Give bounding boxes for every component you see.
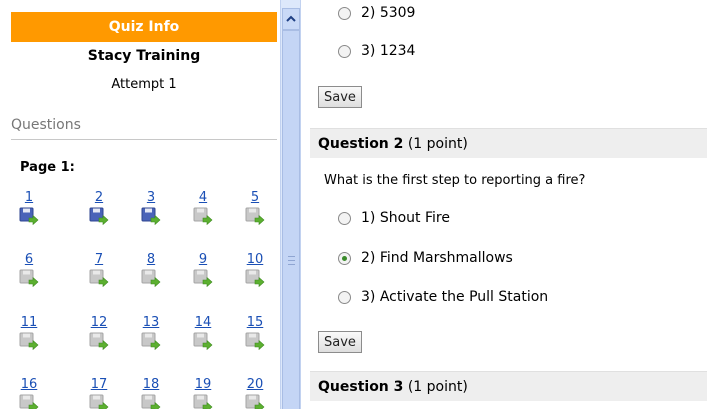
q2-option-3[interactable]: 3) Activate the Pull Station [338, 287, 548, 307]
q1-option-3[interactable]: 3) 1234 [338, 41, 415, 61]
question-number-link[interactable]: 14 [185, 315, 221, 330]
question-link-19[interactable]: 19 [185, 377, 221, 409]
question-points: (1 point) [407, 136, 468, 152]
question-link-2[interactable]: 2 [81, 190, 117, 226]
unsaved-page-icon [193, 269, 213, 288]
question-number-link[interactable]: 16 [11, 377, 47, 392]
grip-icon [288, 256, 295, 265]
question-link-14[interactable]: 14 [185, 315, 221, 351]
question-link-3[interactable]: 3 [133, 190, 169, 226]
q2-save-button[interactable]: Save [318, 331, 362, 353]
question-link-5[interactable]: 5 [237, 190, 273, 226]
question-link-10[interactable]: 10 [237, 252, 273, 288]
question-link-1[interactable]: 1 [11, 190, 47, 226]
chevron-up-icon [286, 15, 296, 22]
scroll-up-button[interactable] [282, 8, 300, 30]
question-link-20[interactable]: 20 [237, 377, 273, 409]
radio-button[interactable] [338, 290, 351, 304]
scroll-thumb[interactable] [282, 30, 300, 409]
saved-disk-icon [19, 207, 39, 226]
questions-heading: Questions [11, 117, 277, 140]
question-2-text: What is the first step to reporting a fi… [324, 173, 586, 188]
q1-save-button[interactable]: Save [318, 86, 362, 108]
unsaved-page-icon [141, 394, 161, 409]
unsaved-page-icon [193, 207, 213, 226]
sidebar-scrollbar[interactable] [280, 0, 301, 409]
q2-option-1[interactable]: 1) Shout Fire [338, 208, 450, 228]
question-link-11[interactable]: 11 [11, 315, 47, 351]
option-label: 2) Find Marshmallows [361, 250, 513, 266]
quiz-sidebar: Quiz Info Stacy Training Attempt 1 Quest… [0, 0, 280, 409]
option-label: 1) Shout Fire [361, 210, 450, 226]
question-number-link[interactable]: 11 [11, 315, 47, 330]
question-link-7[interactable]: 7 [81, 252, 117, 288]
saved-disk-icon [89, 207, 109, 226]
radio-button-selected[interactable] [338, 251, 351, 265]
question-link-13[interactable]: 13 [133, 315, 169, 351]
question-number-link[interactable]: 10 [237, 252, 273, 267]
q2-option-2[interactable]: 2) Find Marshmallows [338, 248, 513, 268]
unsaved-page-icon [245, 269, 265, 288]
radio-button[interactable] [338, 211, 351, 225]
question-link-9[interactable]: 9 [185, 252, 221, 288]
option-label: 3) 1234 [361, 43, 416, 59]
question-link-16[interactable]: 16 [11, 377, 47, 409]
unsaved-page-icon [245, 394, 265, 409]
question-number-link[interactable]: 2 [81, 190, 117, 205]
question-number-link[interactable]: 3 [133, 190, 169, 205]
question-number-link[interactable]: 5 [237, 190, 273, 205]
question-title: Question 2 [318, 136, 404, 152]
unsaved-page-icon [245, 207, 265, 226]
question-number-link[interactable]: 15 [237, 315, 273, 330]
unsaved-page-icon [19, 269, 39, 288]
unsaved-page-icon [193, 394, 213, 409]
radio-button[interactable] [338, 6, 351, 20]
question-number-link[interactable]: 9 [185, 252, 221, 267]
question-3-header: Question 3 (1 point) [310, 371, 707, 401]
unsaved-page-icon [141, 269, 161, 288]
unsaved-page-icon [19, 332, 39, 351]
question-link-4[interactable]: 4 [185, 190, 221, 226]
attempt-label: Attempt 1 [111, 77, 177, 92]
question-2-header: Question 2 (1 point) [310, 128, 707, 158]
quiz-main: 2) 5309 3) 1234 Save Question 2 (1 point… [310, 0, 707, 409]
page-label: Page 1: [20, 160, 75, 175]
unsaved-page-icon [89, 332, 109, 351]
question-number-link[interactable]: 18 [133, 377, 169, 392]
question-number-link[interactable]: 1 [11, 190, 47, 205]
q1-option-2[interactable]: 2) 5309 [338, 3, 415, 23]
question-link-6[interactable]: 6 [11, 252, 47, 288]
saved-disk-icon [141, 207, 161, 226]
unsaved-page-icon [89, 394, 109, 409]
unsaved-page-icon [19, 394, 39, 409]
unsaved-page-icon [89, 269, 109, 288]
question-title: Question 3 [318, 379, 404, 395]
question-points: (1 point) [407, 379, 468, 395]
question-number-link[interactable]: 13 [133, 315, 169, 330]
unsaved-page-icon [193, 332, 213, 351]
option-label: 2) 5309 [361, 5, 416, 21]
question-number-link[interactable]: 12 [81, 315, 117, 330]
question-number-link[interactable]: 6 [11, 252, 47, 267]
option-label: 3) Activate the Pull Station [361, 289, 549, 305]
unsaved-page-icon [245, 332, 265, 351]
question-number-link[interactable]: 4 [185, 190, 221, 205]
question-number-link[interactable]: 20 [237, 377, 273, 392]
quiz-title: Stacy Training [87, 48, 201, 64]
radio-button[interactable] [338, 44, 351, 58]
quiz-info-header: Quiz Info [11, 12, 277, 42]
question-link-18[interactable]: 18 [133, 377, 169, 409]
question-number-link[interactable]: 19 [185, 377, 221, 392]
question-number-link[interactable]: 17 [81, 377, 117, 392]
question-link-15[interactable]: 15 [237, 315, 273, 351]
question-number-link[interactable]: 8 [133, 252, 169, 267]
unsaved-page-icon [141, 332, 161, 351]
question-link-8[interactable]: 8 [133, 252, 169, 288]
question-link-12[interactable]: 12 [81, 315, 117, 351]
question-link-17[interactable]: 17 [81, 377, 117, 409]
question-number-link[interactable]: 7 [81, 252, 117, 267]
